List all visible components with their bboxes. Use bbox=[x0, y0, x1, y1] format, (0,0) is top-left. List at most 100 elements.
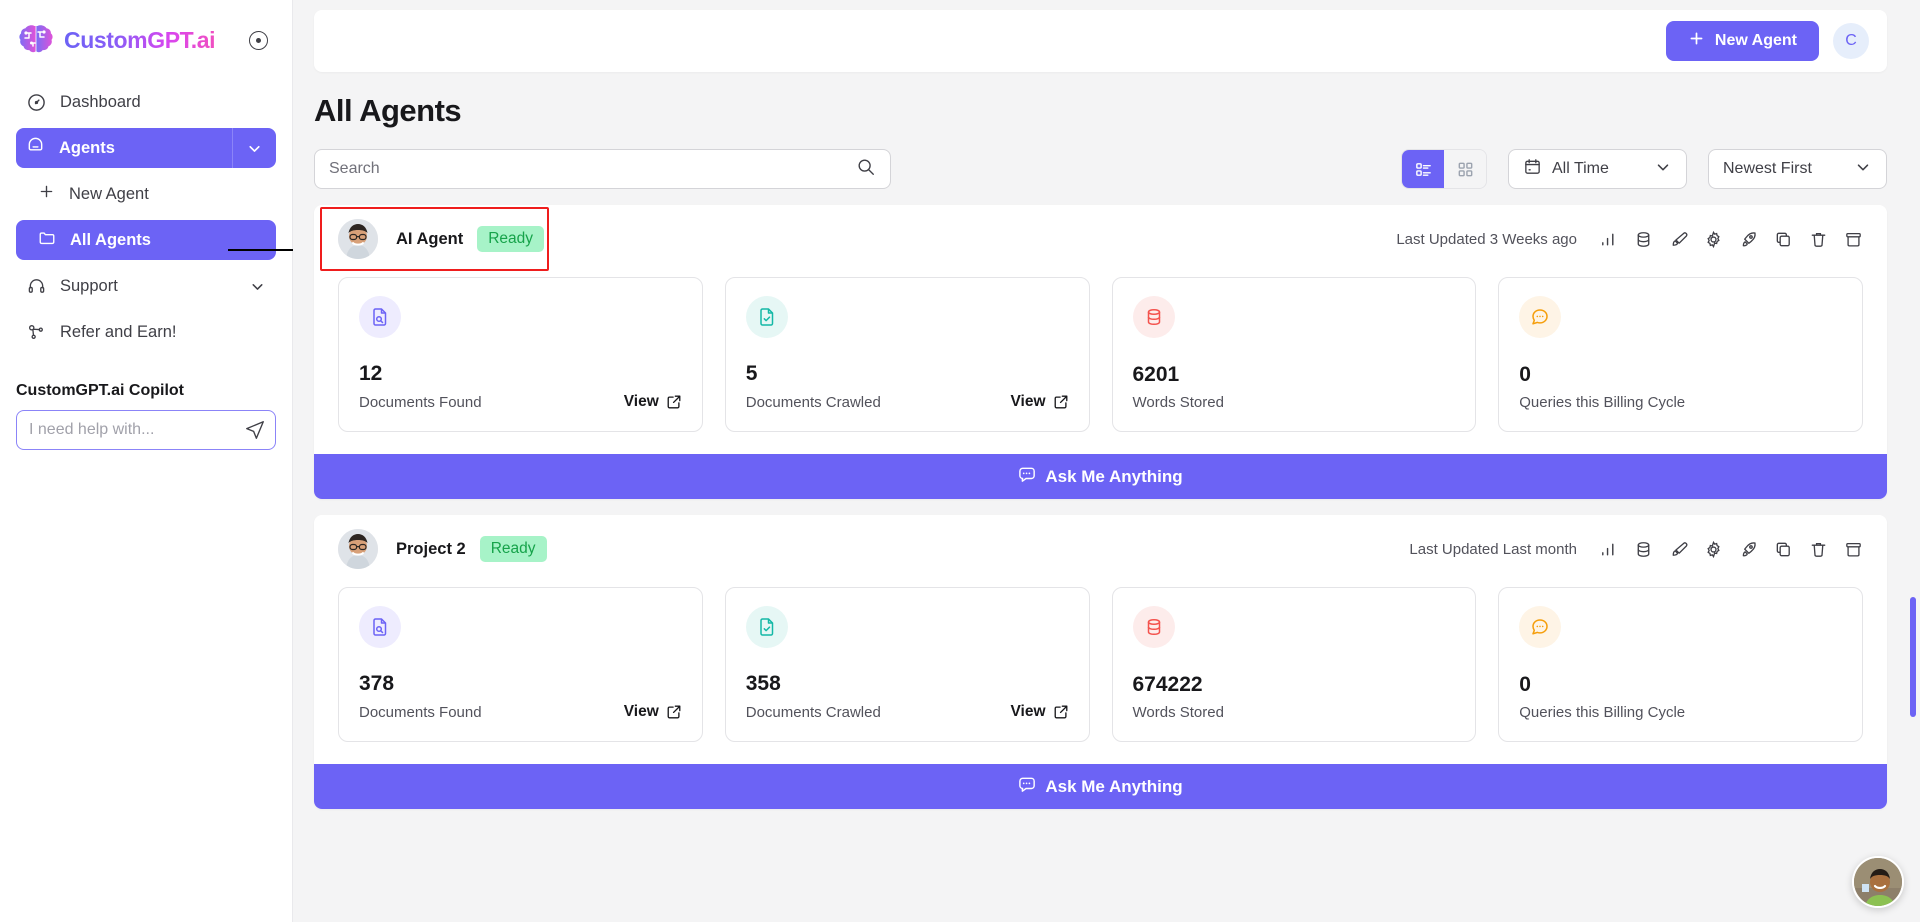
sidebar-item-label: Dashboard bbox=[60, 93, 141, 112]
ask-me-anything-button[interactable]: Ask Me Anything bbox=[314, 454, 1887, 499]
list-view-icon[interactable] bbox=[1402, 150, 1444, 188]
calendar-icon bbox=[1523, 157, 1542, 181]
support-chevron-down-icon[interactable] bbox=[249, 278, 266, 295]
doc-check-icon bbox=[756, 306, 778, 328]
stat-label: Words Stored bbox=[1133, 704, 1224, 721]
stat-label: Documents Crawled bbox=[746, 704, 881, 721]
gear-icon[interactable] bbox=[1704, 540, 1723, 559]
database-icon bbox=[1143, 616, 1165, 638]
gear-icon[interactable] bbox=[1704, 230, 1723, 249]
time-filter-select[interactable]: All Time bbox=[1508, 149, 1687, 189]
stat-value: 378 bbox=[359, 672, 682, 696]
new-agent-label: New Agent bbox=[1715, 32, 1797, 50]
view-label: View bbox=[1010, 393, 1045, 411]
folder-icon bbox=[38, 229, 56, 252]
database-icon[interactable] bbox=[1634, 230, 1653, 249]
view-label: View bbox=[624, 393, 659, 411]
new-agent-button[interactable]: New Agent bbox=[1666, 21, 1819, 61]
record-dot-icon[interactable] bbox=[249, 31, 268, 50]
status-badge: Ready bbox=[480, 536, 547, 562]
copilot-input[interactable] bbox=[29, 421, 236, 439]
headset-icon bbox=[26, 276, 46, 296]
search-input[interactable] bbox=[329, 160, 856, 178]
doc-search-icon bbox=[369, 306, 391, 328]
sidebar-item-agents-wrap: Agents bbox=[16, 128, 276, 168]
avatar bbox=[338, 529, 378, 569]
agent-card-header: AI Agent Ready Last Updated 3 Weeks ago bbox=[314, 205, 1887, 273]
stat-icon-bg bbox=[359, 296, 401, 338]
external-link-icon bbox=[1053, 704, 1069, 720]
rocket-icon[interactable] bbox=[1739, 540, 1758, 559]
analytics-icon[interactable] bbox=[1599, 540, 1618, 559]
stat-value: 6201 bbox=[1133, 363, 1456, 387]
copy-icon[interactable] bbox=[1774, 540, 1793, 559]
trash-icon[interactable] bbox=[1809, 540, 1828, 559]
chat-dots-icon bbox=[1529, 616, 1551, 638]
analytics-icon[interactable] bbox=[1599, 230, 1618, 249]
rocket-icon[interactable] bbox=[1739, 230, 1758, 249]
search-box[interactable] bbox=[314, 149, 891, 189]
grid-view-icon[interactable] bbox=[1444, 150, 1486, 188]
scrollbar-track[interactable] bbox=[1910, 0, 1916, 922]
view-link[interactable]: View bbox=[624, 703, 682, 721]
sidebar-item-refer-and-earn[interactable]: Refer and Earn! bbox=[16, 312, 276, 352]
database-icon bbox=[1143, 306, 1165, 328]
paintbrush-icon[interactable] bbox=[1669, 540, 1688, 559]
view-link[interactable]: View bbox=[1010, 703, 1068, 721]
view-link[interactable]: View bbox=[624, 393, 682, 411]
agent-list: AI Agent Ready Last Updated 3 Weeks ago bbox=[314, 205, 1887, 809]
agents-expand-chevron-down-icon[interactable] bbox=[232, 128, 276, 168]
agent-card-header: Project 2 Ready Last Updated Last month bbox=[314, 515, 1887, 583]
support-chat-widget[interactable] bbox=[1852, 856, 1904, 908]
chat-dots-icon bbox=[1529, 306, 1551, 328]
stat-value: 674222 bbox=[1133, 673, 1456, 697]
agent-name: Project 2 bbox=[396, 540, 466, 559]
paintbrush-icon[interactable] bbox=[1669, 230, 1688, 249]
chevron-down-icon bbox=[1854, 158, 1872, 181]
sort-filter-label: Newest First bbox=[1723, 160, 1812, 178]
stat-icon-bg bbox=[1519, 296, 1561, 338]
stat-card: 12 Documents Found View bbox=[338, 277, 703, 432]
copy-icon[interactable] bbox=[1774, 230, 1793, 249]
sidebar-item-support[interactable]: Support bbox=[16, 266, 276, 306]
stat-card: 6201 Words Stored bbox=[1112, 277, 1477, 432]
ask-me-anything-button[interactable]: Ask Me Anything bbox=[314, 764, 1887, 809]
stat-bottom: Queries this Billing Cycle bbox=[1519, 394, 1842, 411]
send-icon[interactable] bbox=[244, 419, 266, 441]
logo-text: CustomGPT.ai bbox=[64, 27, 215, 54]
sidebar-item-dashboard[interactable]: Dashboard bbox=[16, 82, 276, 122]
time-filter-label: All Time bbox=[1552, 160, 1609, 178]
trash-icon[interactable] bbox=[1809, 230, 1828, 249]
stat-value: 358 bbox=[746, 672, 1069, 696]
scrollbar-thumb[interactable] bbox=[1910, 597, 1916, 717]
copilot-input-wrap[interactable] bbox=[16, 410, 276, 450]
stat-card: 358 Documents Crawled View bbox=[725, 587, 1090, 742]
doc-check-icon bbox=[756, 616, 778, 638]
stat-card: 674222 Words Stored bbox=[1112, 587, 1477, 742]
stat-icon-bg bbox=[746, 296, 788, 338]
stat-bottom: Documents Crawled View bbox=[746, 703, 1069, 721]
status-badge: Ready bbox=[477, 226, 544, 252]
stat-icon-bg bbox=[746, 606, 788, 648]
dashboard-icon bbox=[26, 92, 46, 112]
view-label: View bbox=[624, 703, 659, 721]
stat-bottom: Documents Found View bbox=[359, 393, 682, 411]
sort-filter-select[interactable]: Newest First bbox=[1708, 149, 1887, 189]
plus-icon bbox=[38, 183, 55, 205]
sidebar: CustomGPT.ai Dashboard bbox=[0, 0, 293, 922]
agent-name: AI Agent bbox=[396, 230, 463, 249]
chat-icon bbox=[1018, 775, 1037, 799]
view-link[interactable]: View bbox=[1010, 393, 1068, 411]
archive-icon[interactable] bbox=[1844, 540, 1863, 559]
main-content: New Agent C All Agents bbox=[293, 0, 1920, 922]
agent-stats: 12 Documents Found View bbox=[314, 273, 1887, 454]
sidebar-item-new-agent[interactable]: New Agent bbox=[16, 174, 276, 214]
avatar bbox=[338, 219, 378, 259]
database-icon[interactable] bbox=[1634, 540, 1653, 559]
stat-value: 12 bbox=[359, 362, 682, 386]
search-icon[interactable] bbox=[856, 157, 876, 182]
stat-label: Documents Found bbox=[359, 394, 482, 411]
archive-icon[interactable] bbox=[1844, 230, 1863, 249]
user-avatar[interactable]: C bbox=[1833, 23, 1869, 59]
sidebar-item-agents[interactable]: Agents bbox=[16, 128, 232, 168]
